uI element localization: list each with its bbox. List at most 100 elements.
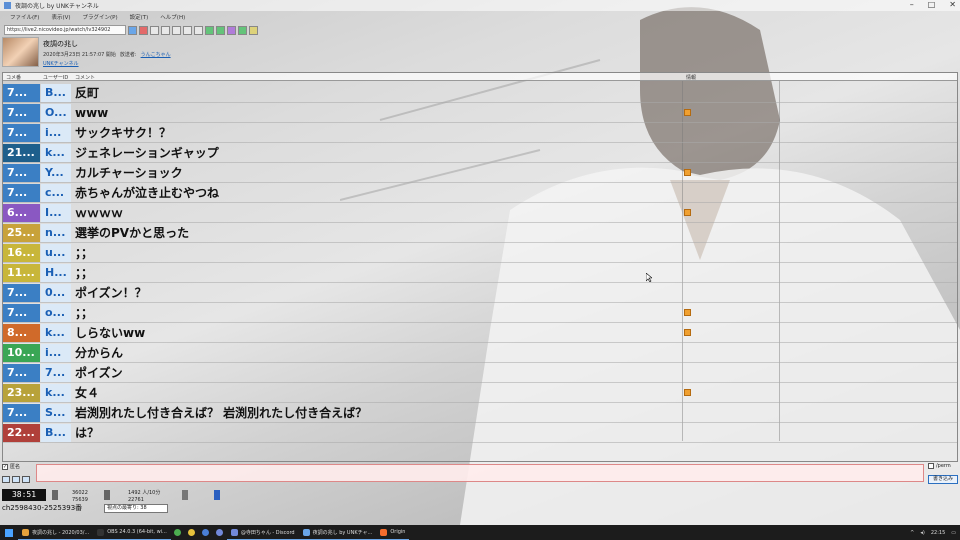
taskbar-item[interactable]: Origin [376,525,410,540]
menu-plugin[interactable]: プラグイン(P) [81,12,120,22]
comment-text: ；； [75,266,94,280]
taskbar-item[interactable]: OBS 24.0.3 (64-bit, wi... [93,525,171,540]
menu-view[interactable]: 表示(V) [49,12,72,22]
comment-row[interactable]: 6... I... ｗｗｗｗ [3,203,957,223]
toolbar-button-1[interactable] [150,25,159,35]
user-id-link[interactable]: B... [41,424,71,442]
active-user-icon [104,490,110,500]
windows-logo-icon [5,528,13,537]
menu-file[interactable]: ファイル(F) [8,12,41,22]
toolbar-button-4[interactable] [183,25,192,35]
menu-help[interactable]: ヘルプ(H) [158,12,187,22]
comment-row[interactable]: 7... Y... カルチャーショック [3,163,957,183]
menu-settings[interactable]: 設定(T) [128,12,151,22]
maps-icon[interactable] [199,525,213,540]
comment-row[interactable]: 25... n... 選挙のPVかと思った [3,223,957,243]
user-id-link[interactable]: I... [41,204,71,222]
user-id-link[interactable]: k... [41,384,71,402]
toolbar-button-2[interactable] [161,25,170,35]
url-input[interactable]: https://live2.nicovideo.jp/watch/lv32490… [4,25,126,35]
comment-number: 21... [3,144,40,162]
send-comment-button[interactable]: 書き込み [928,475,958,484]
comment-row[interactable]: 7... O... www [3,103,957,123]
maximize-button[interactable]: □ [928,0,936,9]
grid-view-icon[interactable] [12,476,20,483]
user-id-link[interactable]: k... [41,324,71,342]
comment-row[interactable]: 23... k... 女４ [3,383,957,403]
list-view-icon[interactable] [2,476,10,483]
user-id-link[interactable]: H... [41,264,71,282]
tray-chevron-icon[interactable]: ^ [910,530,914,536]
toolbar-button-10[interactable] [249,25,258,35]
broadcaster-label: 放送者: [119,52,137,58]
header-info[interactable]: 情報 [686,74,696,81]
user-id-link[interactable]: u... [41,244,71,262]
user-id-link[interactable]: i... [41,344,71,362]
header-user[interactable]: ユーザーID [43,74,68,81]
header-comment[interactable]: コメント [75,74,95,81]
broadcast-date: 2020年3月23日 21:57:07 開始 [43,52,116,58]
comment-row[interactable]: 16... u... ；； [3,243,957,263]
user-id-link[interactable]: n... [41,224,71,242]
comment-number: 7... [3,104,40,122]
channel-link[interactable]: UNKチャンネル [43,60,171,67]
toolbar-button-5[interactable] [194,25,203,35]
comment-row[interactable]: 7... S... 岩渕別れたし付き合えば？ 岩渕別れたし付き合えば？ [3,403,957,423]
start-button[interactable] [0,525,18,540]
anonymous-checkbox[interactable]: ✓ 匿名 [2,463,20,470]
comment-row[interactable]: 7... 0... ポイズン！？ [3,283,957,303]
user-id-link[interactable]: 7... [41,364,71,382]
taskbar-item[interactable]: 夜調の兆し - 2020/03/... [18,525,94,540]
folder-icon[interactable] [185,525,199,540]
broadcaster-link[interactable]: うんこちゃん [141,51,171,58]
comment-row[interactable]: 22... B... は？ [3,423,957,443]
comment-row[interactable]: 8... k... しらないww [3,323,957,343]
comment-row[interactable]: 7... B... 反町 [3,83,957,103]
taskbar-app-icon [97,528,105,536]
comment-row[interactable]: 7... i... サックキサク！？ [3,123,957,143]
toolbar-button-9[interactable] [238,25,247,35]
discord-tray-icon[interactable] [213,525,227,540]
toolbar-button-3[interactable] [172,25,181,35]
toolbar-button-8[interactable] [227,25,236,35]
active-count: 1492 人/10分 [128,490,161,496]
speaker-icon[interactable]: ◂) [920,530,924,536]
header-num[interactable]: コメ番 [6,74,21,81]
taskbar-item[interactable]: @寺田ちゃん - Discord [226,525,299,540]
user-id-link[interactable]: o... [41,304,71,322]
settings-icon[interactable] [22,476,30,483]
comment-row[interactable]: 11... H... ；； [3,263,957,283]
taskbar-item[interactable]: 夜調の兆し by UNKチャ... [298,525,377,540]
comment-row[interactable]: 7... c... 赤ちゃんが泣き止むやつね [3,183,957,203]
premium-badge-icon [684,389,691,396]
user-id-link[interactable]: c... [41,184,71,202]
minimize-button[interactable]: – [910,0,914,9]
user-id-link[interactable]: i... [41,124,71,142]
toolbar-button-6[interactable] [205,25,214,35]
broadcast-title: 夜調の兆し [43,40,78,48]
notification-icon[interactable]: ▭ [951,530,956,536]
connect-button[interactable] [128,25,137,35]
comment-row[interactable]: 7... o... ；； [3,303,957,323]
toolbar-button-7[interactable] [216,25,225,35]
comment-row[interactable]: 7... 7... ポイズン [3,363,957,383]
premium-badge-icon [684,209,691,216]
perm-checkbox[interactable]: /perm [928,463,951,469]
view-select[interactable]: 視点の最寄り: 38 [104,504,168,513]
comment-row[interactable]: 10... i... 分からん [3,343,957,363]
mouse-cursor-icon [646,273,652,282]
disconnect-button[interactable] [139,25,148,35]
comment-number: 7... [3,364,40,382]
user-id-link[interactable]: Y... [41,164,71,182]
close-button[interactable]: ✕ [949,0,956,9]
user-id-link[interactable]: S... [41,404,71,422]
clock[interactable]: 22:15 [931,530,945,536]
chrome-icon[interactable] [171,525,185,540]
user-id-link[interactable]: 0... [41,284,71,302]
comment-input[interactable] [36,464,924,482]
comment-row[interactable]: 21... k... ジェネレーションギャップ [3,143,957,163]
user-id-link[interactable]: k... [41,144,71,162]
user-id-link[interactable]: O... [41,104,71,122]
broadcaster-thumbnail[interactable] [2,37,39,67]
user-id-link[interactable]: B... [41,84,71,102]
